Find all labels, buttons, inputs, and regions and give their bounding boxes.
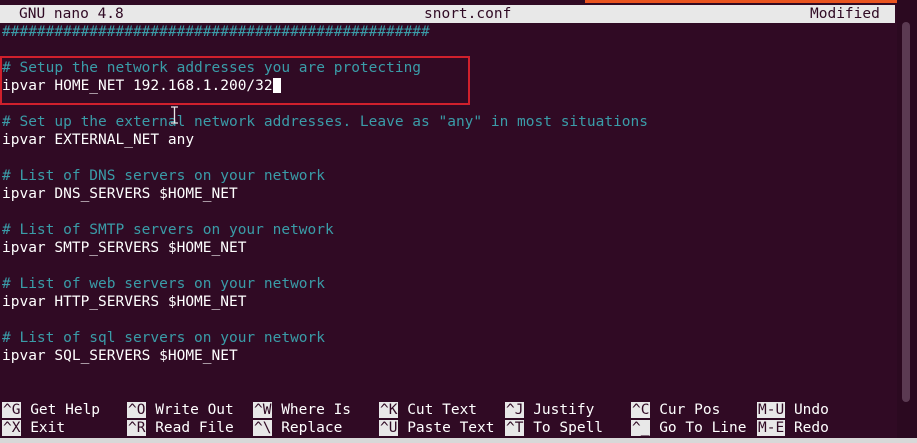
file-name: snort.conf [424,6,512,22]
shortcut-paste-text[interactable]: ^U Paste Text [379,419,495,437]
shortcut-key: M-E [757,420,786,436]
shortcut-key: ^T [505,420,525,436]
scrollbar[interactable] [897,0,917,443]
shortcut-read-file[interactable]: ^R Read File [127,419,234,437]
app-version: GNU nano 4.8 [19,6,124,22]
shortcut-label: Paste Text [407,420,495,436]
comment-line: # Set up the external network addresses.… [2,114,649,130]
shortcut-key: ^O [127,402,147,418]
mouse-ibeam-cursor-icon [171,106,178,124]
shortcut-label: To Spell [533,420,604,436]
shortcut-label: Cut Text [407,402,478,418]
shortcut-label: Justify [533,402,595,418]
code-line[interactable]: ipvar SMTP_SERVERS $HOME_NET [2,239,246,257]
window-bottom-edge [0,438,917,443]
shortcut-label: Where Is [281,402,352,418]
shortcut-label: Write Out [155,402,234,418]
code-line[interactable]: ipvar EXTERNAL_NET any [2,131,194,149]
shortcut-key: ^_ [631,420,651,436]
shortcut-key: ^X [2,420,22,436]
shortcut-key: M-U [757,402,786,418]
shortcut-label: Go To Line [659,420,747,436]
shortcut-key: ^\ [253,420,273,436]
comment-line: # List of web servers on your network [2,276,326,292]
shortcut-label: Get Help [30,402,101,418]
shortcut-key: ^C [631,402,651,418]
shortcut-key: ^U [379,420,399,436]
shortcut-label: Read File [155,420,234,436]
shortcut-label: Redo [793,420,829,436]
separator-line: ########################################… [2,24,430,40]
modified-status: Modified [810,6,880,22]
shortcut-key: ^K [379,402,399,418]
code-line[interactable]: ipvar DNS_SERVERS $HOME_NET [2,185,238,203]
shortcut-key: ^G [2,402,22,418]
shortcut-label: Cur Pos [659,402,721,418]
shortcut-where-is[interactable]: ^W Where Is [253,401,351,419]
shortcut-key: ^J [505,402,525,418]
shortcut-write-out[interactable]: ^O Write Out [127,401,234,419]
shortcut-undo[interactable]: M-U Undo [757,401,829,419]
scrollbar-thumb[interactable] [902,22,910,402]
comment-line: # List of DNS servers on your network [2,168,326,184]
shortcut-key: ^W [253,402,273,418]
shortcut-redo[interactable]: M-E Redo [757,419,829,437]
shortcut-label: Replace [281,420,343,436]
nano-title-bar: GNU nano 4.8 snort.conf Modified [0,5,895,23]
shortcut-go-to-line[interactable]: ^_ Go To Line [631,419,747,437]
shortcut-key: ^R [127,420,147,436]
shortcut-label: Undo [793,402,829,418]
shortcut-cur-pos[interactable]: ^C Cur Pos [631,401,720,419]
shortcut-justify[interactable]: ^J Justify [505,401,594,419]
shortcut-to-spell[interactable]: ^T To Spell [505,419,603,437]
annotation-highlight-box [0,56,470,105]
comment-line: # List of sql servers on your network [2,330,326,346]
shortcut-cut-text[interactable]: ^K Cut Text [379,401,477,419]
code-line[interactable]: ipvar SQL_SERVERS $HOME_NET [2,347,238,365]
shortcut-get-help[interactable]: ^G Get Help [2,401,100,419]
window-accent-strip [585,0,917,3]
shortcut-replace[interactable]: ^\ Replace [253,419,342,437]
code-line[interactable]: ipvar HTTP_SERVERS $HOME_NET [2,293,246,311]
comment-line: # List of SMTP servers on your network [2,222,334,238]
shortcut-label: Exit [30,420,66,436]
shortcut-exit[interactable]: ^X Exit [2,419,65,437]
